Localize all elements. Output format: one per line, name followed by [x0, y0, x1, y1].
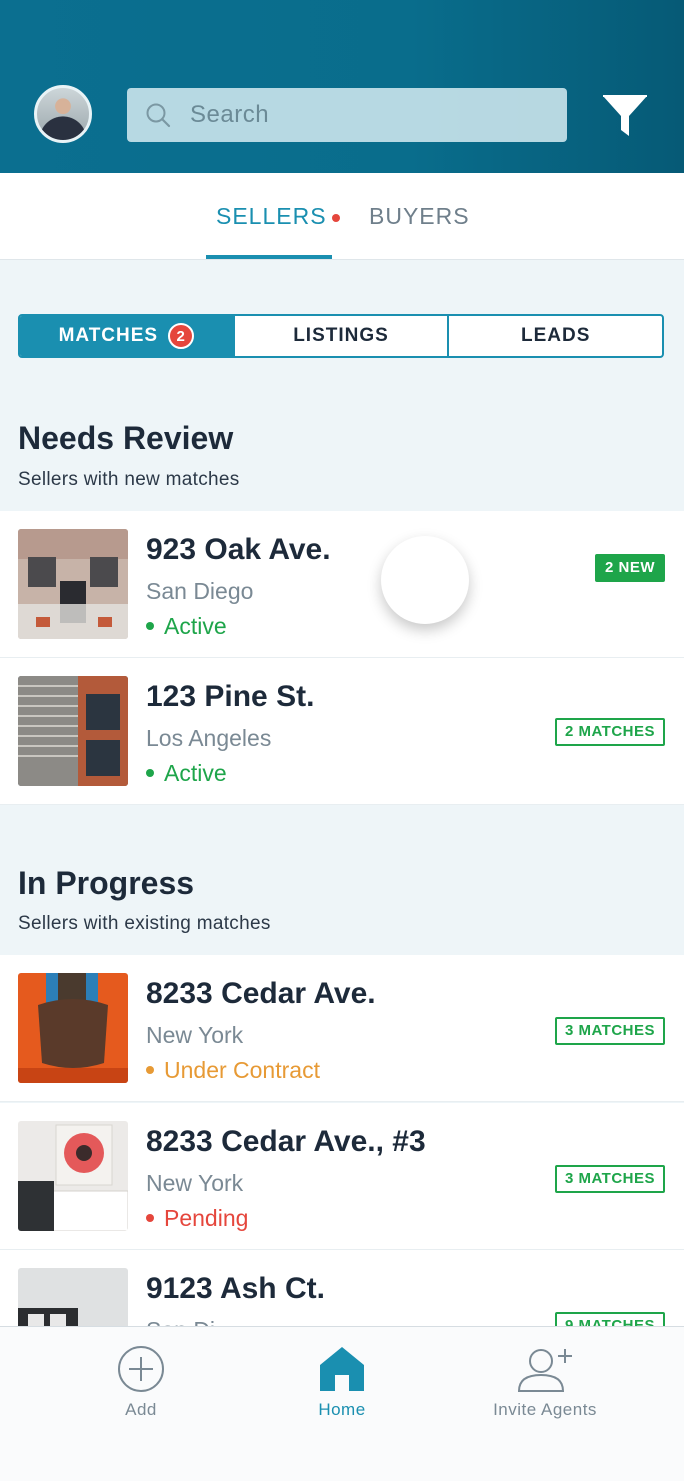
active-tab-indicator [206, 255, 332, 259]
property-city: New York [146, 1022, 244, 1048]
segment-listings[interactable]: LISTINGS [232, 316, 448, 356]
nav-invite-agents[interactable]: Invite Agents [431, 1327, 659, 1427]
segment-listings-label: LISTINGS [293, 325, 389, 346]
property-address: 123 Pine St. [146, 680, 315, 713]
sellers-notification-dot [332, 214, 340, 222]
section-subtitle-needs-review: Sellers with new matches [18, 469, 240, 490]
nav-add[interactable]: Add [27, 1327, 255, 1427]
property-thumbnail [18, 1121, 128, 1231]
touch-indicator [381, 536, 469, 624]
nav-invite-agents-label: Invite Agents [493, 1400, 597, 1419]
property-address: 8233 Cedar Ave., #3 [146, 1125, 426, 1158]
property-address: 8233 Cedar Ave. [146, 977, 376, 1010]
segment-leads[interactable]: LEADS [447, 316, 662, 356]
app-header: Search [0, 0, 684, 173]
match-badge: 2 NEW [594, 554, 665, 582]
list-item[interactable]: 923 Oak Ave. San Diego Active 2 NEW [0, 511, 684, 658]
home-icon [320, 1347, 364, 1391]
status-label: Active [164, 613, 227, 639]
property-status: Pending [146, 1205, 248, 1232]
segment-matches-label: MATCHES [58, 325, 159, 346]
list-item[interactable]: 8233 Cedar Ave. New York Under Contract … [0, 955, 684, 1102]
tab-buyers[interactable]: BUYERS [369, 203, 470, 230]
property-thumbnail [18, 529, 128, 639]
segment-matches[interactable]: MATCHES 2 [20, 316, 233, 356]
bottom-nav: Add Home Invite Agents [0, 1326, 684, 1481]
property-status: Under Contract [146, 1057, 320, 1084]
segment-control: MATCHES 2 LISTINGS LEADS [18, 314, 664, 358]
property-thumbnail [18, 676, 128, 786]
status-dot [146, 1065, 154, 1074]
property-address: 9123 Ash Ct. [146, 1272, 325, 1305]
status-dot [146, 621, 154, 630]
property-status: Active [146, 613, 227, 640]
segment-leads-label: LEADS [520, 325, 591, 346]
nav-add-label: Add [125, 1400, 157, 1419]
section-title-needs-review: Needs Review [18, 420, 234, 456]
property-status: Active [146, 760, 227, 787]
status-dot [146, 1213, 154, 1222]
status-label: Under Contract [164, 1057, 320, 1083]
section-subtitle-in-progress: Sellers with existing matches [18, 913, 271, 934]
user-avatar[interactable] [34, 85, 92, 143]
search-placeholder[interactable]: Search [190, 101, 269, 129]
seller-buyer-tabs: SELLERS BUYERS [0, 173, 684, 260]
section-title-in-progress: In Progress [18, 865, 195, 901]
property-city: Los Angeles [146, 725, 272, 751]
match-badge: 3 MATCHES [554, 1017, 665, 1045]
status-dot [146, 768, 154, 777]
nav-home[interactable]: Home [228, 1327, 456, 1427]
list-item[interactable]: 123 Pine St. Los Angeles Active 2 MATCHE… [0, 658, 684, 805]
search-bar[interactable]: Search [127, 88, 567, 142]
status-label: Pending [164, 1205, 249, 1231]
property-address: 923 Oak Ave. [146, 533, 331, 566]
nav-home-label: Home [318, 1400, 366, 1419]
invite-agent-icon [517, 1349, 572, 1392]
match-badge: 2 MATCHES [554, 718, 665, 746]
property-city: New York [146, 1170, 244, 1196]
add-circle-icon [118, 1346, 164, 1392]
property-city: San Diego [146, 578, 254, 604]
search-icon [146, 103, 171, 128]
list-item[interactable]: 8233 Cedar Ave., #3 New York Pending 3 M… [0, 1103, 684, 1250]
matches-count-badge: 2 [168, 323, 195, 349]
tab-sellers[interactable]: SELLERS [216, 203, 327, 230]
status-label: Active [164, 760, 227, 786]
filter-icon[interactable] [600, 92, 650, 140]
property-thumbnail [18, 973, 128, 1083]
match-badge: 3 MATCHES [554, 1165, 665, 1193]
